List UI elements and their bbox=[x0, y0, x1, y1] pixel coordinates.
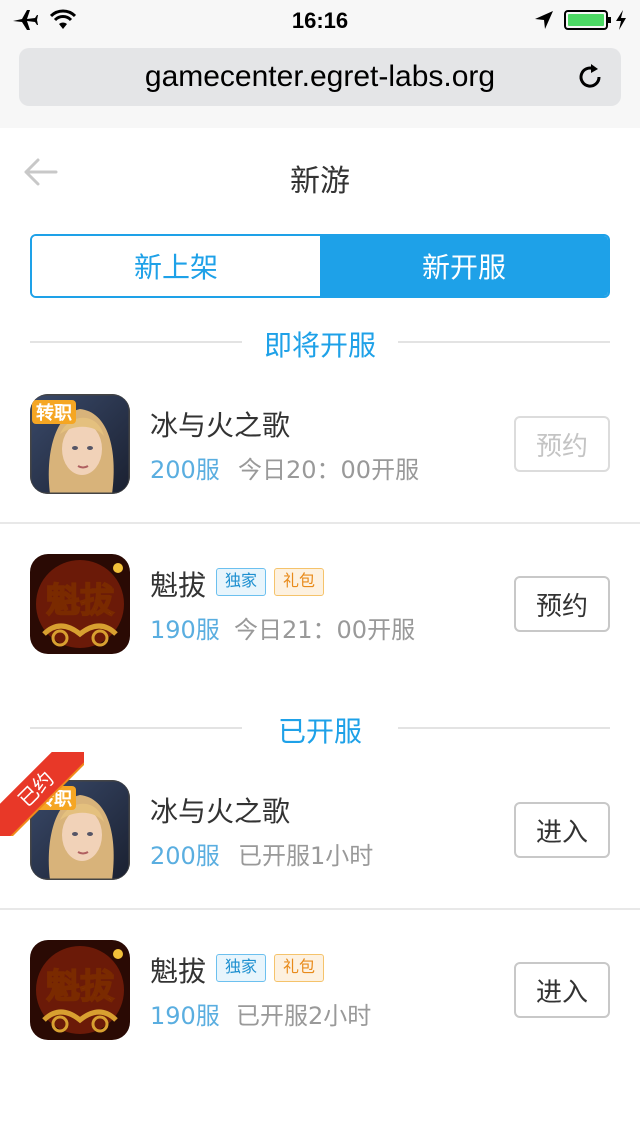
browser-chrome: 16:16 gamecenter.egret-labs.org bbox=[0, 0, 640, 128]
reserved-ribbon: 已约 bbox=[0, 752, 84, 836]
section-title: 已开服 bbox=[277, 715, 362, 748]
tab-new-arrivals[interactable]: 新上架 bbox=[32, 236, 320, 296]
tab-new-servers[interactable]: 新开服 bbox=[320, 236, 608, 296]
battery-icon bbox=[564, 10, 611, 30]
reserve-button[interactable]: 预约 bbox=[514, 576, 610, 632]
tab-switcher: 新上架 新开服 bbox=[30, 234, 610, 298]
page-title: 新游 bbox=[290, 164, 350, 199]
charging-bolt-icon bbox=[616, 10, 626, 30]
game-name: 冰与火之歌 bbox=[150, 409, 291, 442]
tag-group: 独家 礼包 bbox=[216, 568, 325, 596]
reserve-button[interactable]: 预约 bbox=[514, 416, 610, 472]
ribbon-label: 已约 bbox=[0, 752, 84, 836]
server-number: 200服 bbox=[150, 456, 220, 484]
section-header-opened: 已开服 bbox=[30, 708, 610, 748]
nav-bar: 新游 bbox=[0, 128, 640, 218]
ice-fire-game-icon[interactable]: 转职 bbox=[30, 394, 130, 494]
server-open-time: 今日21：00开服 bbox=[234, 616, 416, 644]
section-header-upcoming: 即将开服 bbox=[30, 322, 610, 362]
address-bar[interactable]: gamecenter.egret-labs.org bbox=[19, 48, 621, 106]
icon-title-text: 魁拔 bbox=[46, 967, 114, 1007]
divider bbox=[398, 727, 610, 729]
game-row[interactable]: 转职 冰与火之歌 200服 今日20：00开服 预约 bbox=[0, 394, 640, 524]
location-arrow-icon bbox=[535, 11, 553, 29]
game-name: 冰与火之歌 bbox=[150, 795, 291, 828]
icon-title-text: 魁拔 bbox=[46, 581, 114, 621]
game-name: 魁拔 bbox=[150, 955, 207, 988]
server-number: 200服 bbox=[150, 842, 220, 870]
tag-exclusive: 独家 bbox=[216, 954, 267, 982]
game-row[interactable]: 转职 冰与火之歌 200服 已开服1小时 进入 bbox=[0, 780, 640, 910]
kuiba-game-icon[interactable]: 魁拔 bbox=[30, 940, 130, 1040]
url-text[interactable]: gamecenter.egret-labs.org bbox=[19, 60, 621, 94]
row-divider bbox=[0, 908, 640, 910]
server-open-time: 已开服2小时 bbox=[236, 1002, 372, 1030]
kuiba-game-icon[interactable]: 魁拔 bbox=[30, 554, 130, 654]
divider bbox=[398, 341, 610, 343]
reload-icon[interactable] bbox=[575, 62, 605, 92]
game-name: 魁拔 bbox=[150, 569, 207, 602]
enter-button[interactable]: 进入 bbox=[514, 962, 610, 1018]
server-number: 190服 bbox=[150, 1002, 220, 1030]
game-row[interactable]: 魁拔 魁拔 独家 礼包 190服 今日21：00开服 预约 bbox=[0, 554, 640, 684]
server-open-time: 已开服1小时 bbox=[238, 842, 374, 870]
server-open-time: 今日20：00开服 bbox=[238, 456, 420, 484]
game-row[interactable]: 魁拔 魁拔 独家 礼包 190服 已开服2小时 进入 bbox=[0, 940, 640, 1070]
tag-gift-pack: 礼包 bbox=[274, 954, 325, 982]
tag-gift-pack: 礼包 bbox=[274, 568, 325, 596]
icon-badge-text: 转职 bbox=[36, 402, 72, 424]
row-divider bbox=[0, 522, 640, 524]
status-bar: 16:16 bbox=[0, 0, 640, 40]
tag-exclusive: 独家 bbox=[216, 568, 267, 596]
section-title: 即将开服 bbox=[263, 329, 376, 362]
enter-button[interactable]: 进入 bbox=[514, 802, 610, 858]
tag-group: 独家 礼包 bbox=[216, 954, 325, 982]
server-number: 190服 bbox=[150, 616, 220, 644]
